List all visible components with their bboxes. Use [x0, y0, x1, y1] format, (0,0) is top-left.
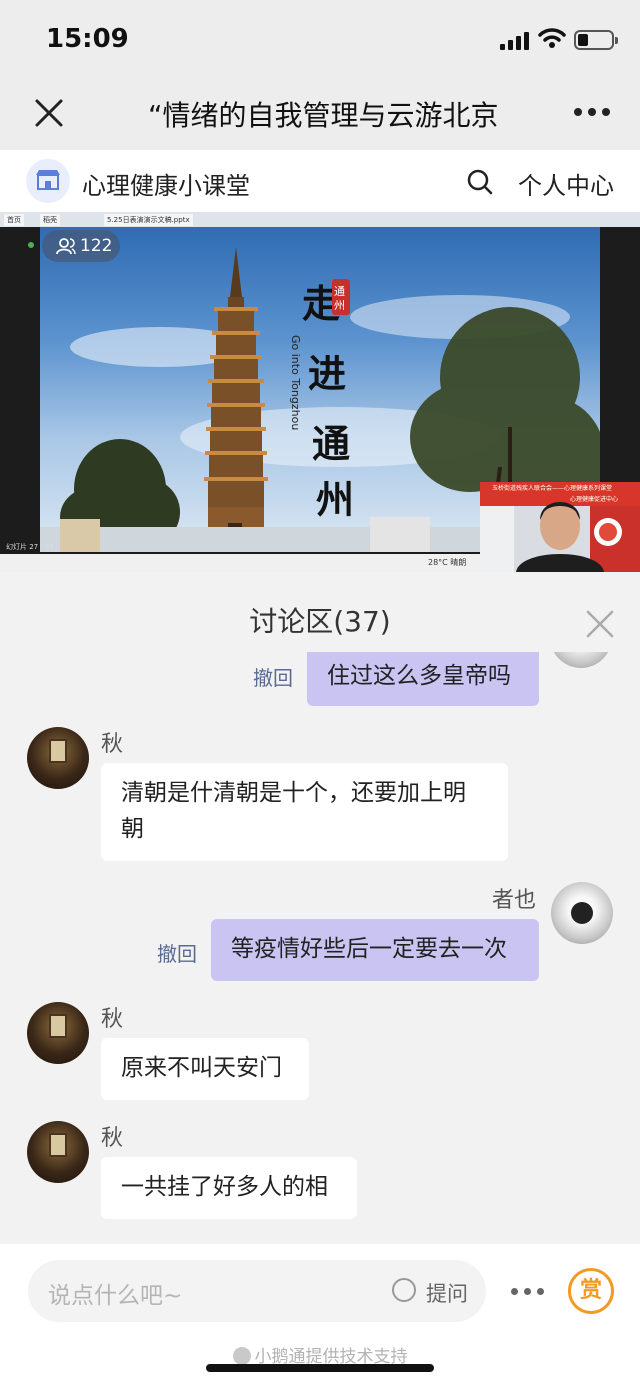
avatar [551, 882, 613, 944]
live-video-player[interactable]: 首页 稻壳 5.25日表演演示文稿.pptx 走 进 通 州 通 州 Go in… [0, 212, 640, 572]
cellular-signal-icon [500, 30, 530, 50]
slide-seal-char-2: 州 [334, 299, 345, 312]
battery-icon [574, 30, 618, 50]
sender-name: 秋 [101, 1007, 124, 1032]
status-time: 15:09 [46, 24, 129, 54]
shop-logo[interactable] [26, 159, 70, 203]
browser-tab: 5.25日表演演示文稿.pptx [104, 214, 193, 226]
message-text-line: 清朝是什清朝是十个，还要加上明 [121, 780, 466, 806]
search-icon[interactable] [466, 168, 494, 196]
home-indicator [206, 1364, 434, 1372]
ask-question-label: 提问 [426, 1282, 468, 1306]
shop-name[interactable]: 心理健康小课堂 [82, 166, 250, 201]
discussion-title: 讨论区(37) [249, 605, 391, 638]
message-bubble-self: 等疫情好些后一定要去一次 [211, 919, 539, 981]
radio-circle-icon[interactable] [392, 1278, 416, 1302]
slide-subtitle: Go into Tongzhou [289, 335, 302, 430]
more-options-icon[interactable] [574, 108, 614, 118]
live-indicator [28, 242, 34, 248]
comment-input-placeholder: 说点什么吧~ [48, 1283, 183, 1309]
reward-button[interactable]: 赏 [568, 1268, 614, 1314]
taskbar-weather: 28°C 晴朗 [428, 558, 467, 567]
nav-bar: “情绪的自我管理与云游北京 [0, 80, 640, 150]
presenter-image [480, 502, 640, 572]
sender-name: 秋 [101, 1126, 124, 1151]
shared-screen-browser-tabs: 首页 稻壳 5.25日表演演示文稿.pptx [0, 212, 640, 227]
presenter-camera-overlay: 玉桥街道残疾人联合会——心理健康系列课堂 心理健康促进中心 [480, 482, 640, 572]
status-bar: 15:09 [0, 0, 640, 80]
viewer-count-badge[interactable]: 122 [42, 230, 120, 262]
ask-question-toggle[interactable]: 提问 [392, 1262, 476, 1306]
wifi-icon [538, 28, 566, 48]
shop-header: 心理健康小课堂 个人中心 [0, 150, 640, 212]
recall-button[interactable]: 撤回 [253, 662, 293, 691]
slide-title-char-3: 通 [312, 421, 350, 466]
slide-title-char-2: 进 [308, 351, 346, 396]
discussion-message-list[interactable]: 撤回 住过这么多皇帝吗 秋 清朝是什清朝是十个，还要加上明 朝 者也 撤回 等疫… [0, 652, 640, 1244]
sender-name: 者也 [492, 888, 537, 913]
bottom-input-bar: 说点什么吧~ 提问 赏 小鹅通提供技术支持 [0, 1244, 640, 1386]
browser-tab: 稻壳 [40, 214, 60, 226]
browser-tab: 首页 [4, 214, 24, 226]
slide-title-char-4: 州 [316, 477, 354, 522]
discussion-header: 讨论区(37) [0, 572, 640, 652]
message-text-line: 朝 [121, 816, 144, 842]
message-bubble-self: 住过这么多皇帝吗 [307, 652, 539, 706]
page-title: “情绪的自我管理与云游北京 [148, 99, 499, 132]
support-logo-icon [232, 1347, 251, 1365]
personal-center-link[interactable]: 个人中心 [518, 166, 614, 201]
viewer-count: 122 [80, 236, 113, 256]
close-discussion-icon[interactable] [586, 610, 614, 638]
more-actions-icon[interactable] [511, 1288, 545, 1296]
message-bubble: 原来不叫天安门 [101, 1038, 309, 1100]
store-icon [36, 170, 60, 190]
avatar [27, 1002, 89, 1064]
avatar [550, 652, 612, 668]
message-bubble: 清朝是什清朝是十个，还要加上明 朝 [101, 763, 508, 861]
avatar [27, 1121, 89, 1183]
sender-name: 秋 [101, 732, 124, 757]
close-icon[interactable] [32, 96, 66, 130]
people-icon [56, 238, 76, 255]
message-bubble: 一共挂了好多人的相 [101, 1157, 357, 1219]
avatar [27, 727, 89, 789]
slide-seal-char-1: 通 [334, 285, 345, 298]
slide-page-indicator: 幻灯片 27 / 37 [6, 543, 54, 551]
recall-button[interactable]: 撤回 [157, 938, 197, 967]
